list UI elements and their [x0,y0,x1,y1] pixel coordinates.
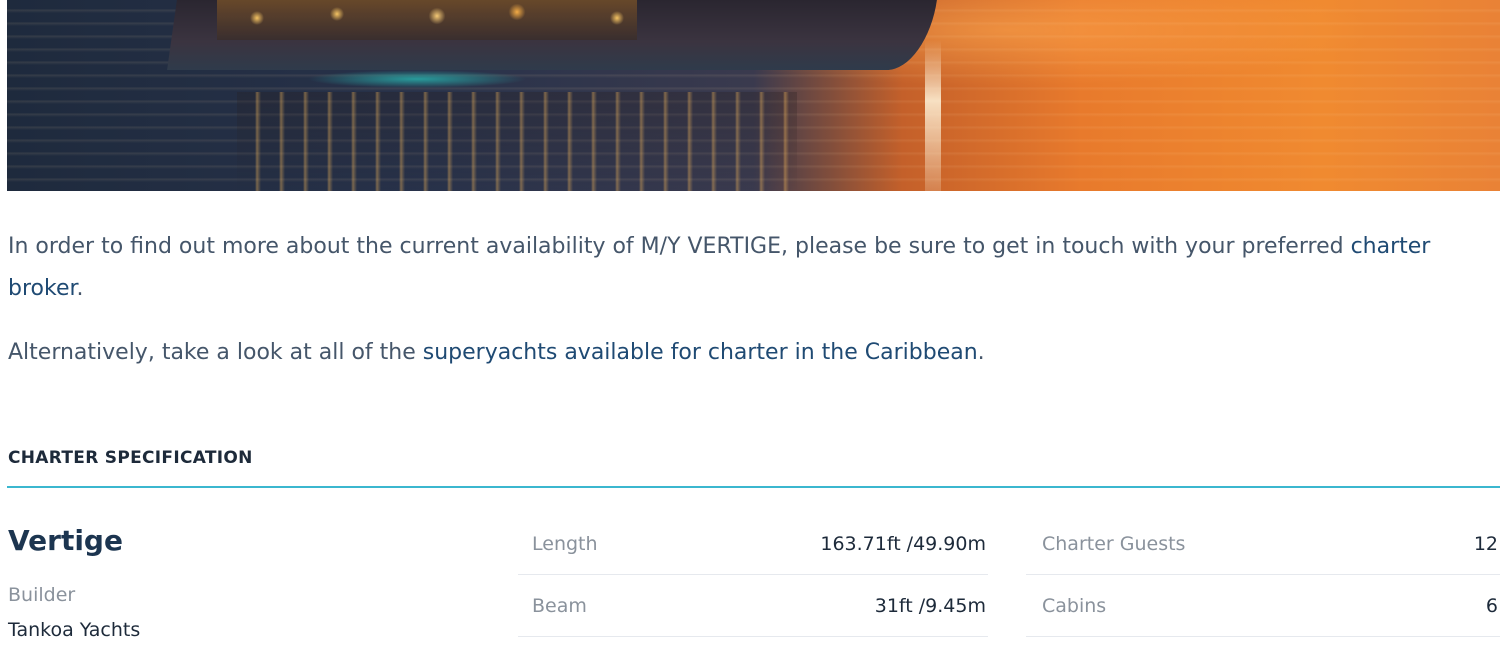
spec-value-length: 163.71ft /49.90m [820,533,986,555]
availability-paragraph: In order to find out more about the curr… [8,226,1488,310]
alternative-paragraph: Alternatively, take a look at all of the… [8,332,1488,374]
alternative-text-end: . [977,340,985,365]
page: In order to find out more about the curr… [0,0,1500,647]
spec-value-beam: 31ft /9.45m [874,595,986,617]
charter-specification-heading: CHARTER SPECIFICATION [8,448,253,468]
yacht-name: Vertige [8,524,123,557]
spec-row-length: Length 163.71ft /49.90m Charter Guests 1… [518,514,1500,576]
light-reflection [237,92,797,191]
yacht-underwater-light [307,70,527,88]
availability-text-end: . [76,276,84,301]
hero-yacht-image [7,0,1500,191]
spec-value-cabins: 6 [1485,595,1498,617]
caribbean-charter-link[interactable]: superyachts available for charter in the… [423,340,978,365]
spec-row-beam: Beam 31ft /9.45m Cabins 6 [518,576,1500,638]
sun-glint [925,40,941,191]
alternative-text: Alternatively, take a look at all of the [8,340,423,365]
spec-value-charter-guests: 12 [1473,533,1498,555]
yacht-deck-lights [217,0,637,40]
section-divider [7,486,1500,488]
builder-value: Tankoa Yachts [8,619,141,641]
builder-label: Builder [8,584,76,606]
spec-table: Length 163.71ft /49.90m Charter Guests 1… [518,514,1500,638]
availability-text: In order to find out more about the curr… [8,234,1351,259]
